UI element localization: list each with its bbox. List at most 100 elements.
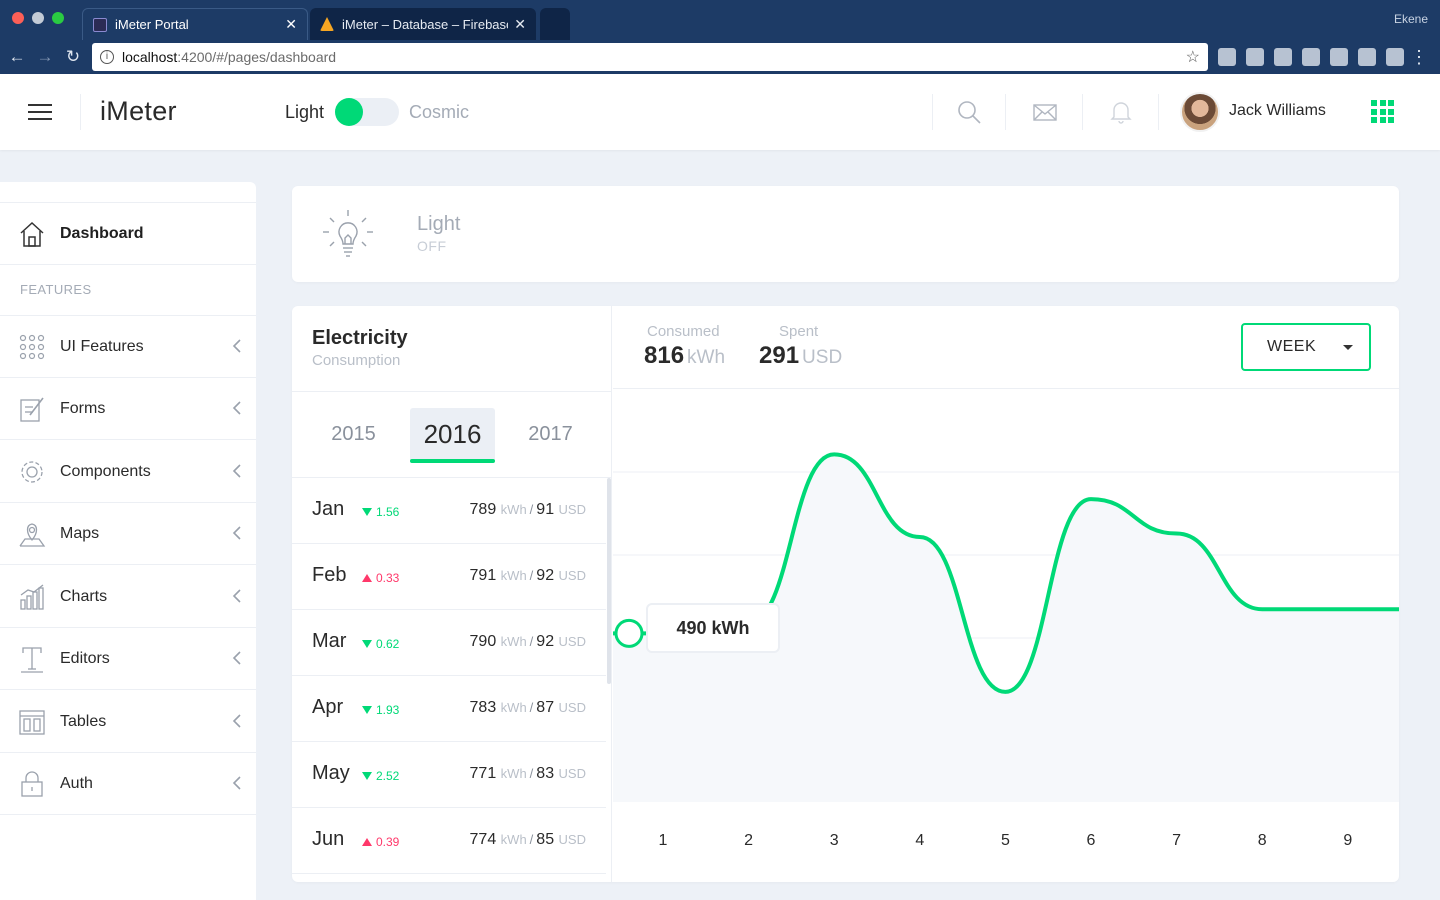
sidebar-item-maps[interactable]: Maps — [0, 503, 256, 565]
sidebar: Dashboard FEATURES UI Features Forms Com… — [0, 182, 256, 900]
forward-arrow-icon[interactable]: → — [34, 46, 56, 68]
sidebar-item-label: Maps — [60, 524, 100, 542]
search-icon[interactable] — [955, 98, 983, 126]
sidebar-item-label: Editors — [60, 649, 110, 667]
divider — [1082, 94, 1083, 130]
separator: / — [529, 568, 534, 583]
separator: / — [529, 700, 534, 715]
hamburger-menu-icon[interactable] — [28, 104, 52, 120]
month-list-scrollbar[interactable] — [607, 478, 611, 684]
chevron-left-icon — [232, 401, 241, 415]
caret-down-icon — [1343, 345, 1353, 350]
bookmark-star-icon[interactable]: ☆ — [1186, 47, 1200, 67]
month-delta-value: 0.39 — [376, 835, 400, 849]
sidebar-item-editors[interactable]: Editors — [0, 628, 256, 690]
brand-logo[interactable]: iMeter — [100, 96, 177, 127]
month-row[interactable]: Jan 1.56 789 kWh/91 USD — [292, 478, 606, 544]
unit-usd: USD — [558, 568, 586, 583]
consumed-number: 816 — [644, 342, 685, 369]
sidebar-item-label: Components — [60, 462, 151, 480]
sidebar-item-dashboard[interactable]: Dashboard — [0, 203, 256, 265]
url-host: localhost — [122, 49, 178, 65]
month-row[interactable]: May 2.52 771 kWh/83 USD — [292, 742, 606, 808]
unit-kwh: kWh — [500, 766, 527, 781]
triangle-down-icon — [362, 706, 372, 714]
sidebar-item-tables[interactable]: Tables — [0, 691, 256, 753]
extension-icon[interactable] — [1218, 48, 1236, 66]
chart-x-tick-label: 7 — [1172, 832, 1182, 849]
gear-icon — [21, 460, 43, 483]
electricity-subtitle: Consumption — [312, 352, 401, 369]
bell-icon[interactable] — [1107, 98, 1135, 126]
home-icon — [20, 221, 44, 247]
month-usd: 87 — [536, 699, 555, 716]
browser-profile-name[interactable]: Ekene — [1394, 12, 1428, 26]
sidebar-item-forms[interactable]: Forms — [0, 378, 256, 440]
browser-menu-icon[interactable]: ⋮ — [1410, 46, 1428, 68]
tab-year-2017[interactable]: 2017 — [508, 408, 593, 462]
triangle-up-icon — [362, 838, 372, 846]
consumption-chart[interactable] — [613, 389, 1399, 802]
chart-x-tick-label: 4 — [915, 832, 925, 849]
info-icon[interactable]: i — [100, 50, 114, 64]
month-kwh: 789 — [469, 501, 497, 518]
tab-year-2016[interactable]: 2016 — [410, 408, 495, 463]
user-name[interactable]: Jack Williams — [1229, 102, 1326, 120]
extension-icon[interactable] — [1330, 48, 1348, 66]
separator: / — [529, 832, 534, 847]
extension-icon[interactable] — [1358, 48, 1376, 66]
electricity-card: Electricity Consumption 2015 2016 2017 J… — [292, 306, 1399, 882]
chart-highlight-point[interactable] — [614, 618, 644, 648]
extension-icon[interactable] — [1246, 48, 1264, 66]
close-icon[interactable]: ✕ — [285, 16, 297, 33]
unit-kwh: kWh — [500, 568, 527, 583]
address-bar[interactable]: i localhost:4200/#/pages/dashboard ☆ — [92, 43, 1208, 71]
tab-year-2015[interactable]: 2015 — [311, 408, 396, 462]
sidebar-item-label: UI Features — [60, 337, 144, 355]
extension-icon[interactable] — [1302, 48, 1320, 66]
light-status-card[interactable]: Light OFF — [292, 186, 1399, 282]
browser-tab-firebase[interactable]: iMeter – Database – Firebase c ✕ — [310, 8, 536, 40]
close-icon[interactable]: ✕ — [514, 16, 526, 33]
consumed-value: 816 kWh — [644, 342, 725, 370]
mail-icon[interactable] — [1031, 98, 1059, 126]
sidebar-item-charts[interactable]: Charts — [0, 566, 256, 628]
divider — [80, 94, 81, 130]
month-row[interactable]: Apr 1.93 783 kWh/87 USD — [292, 676, 606, 742]
tab-title: iMeter – Database – Firebase c — [342, 16, 509, 32]
month-name: Mar — [312, 630, 347, 652]
extension-icon[interactable] — [1274, 48, 1292, 66]
window-minimize-button[interactable] — [32, 12, 44, 24]
theme-cosmic-label: Cosmic — [409, 102, 470, 122]
apps-grid-icon[interactable] — [1371, 100, 1394, 123]
month-name: May — [312, 762, 350, 784]
text-icon — [21, 646, 43, 673]
month-row[interactable]: Mar 0.62 790 kWh/92 USD — [292, 610, 606, 676]
extension-icon[interactable] — [1386, 48, 1404, 66]
month-delta-value: 2.52 — [376, 769, 400, 783]
avatar[interactable] — [1180, 92, 1220, 132]
light-status: OFF — [417, 238, 447, 254]
chart-tooltip: 490 kWh — [646, 603, 780, 653]
month-row[interactable]: Jun 0.39 774 kWh/85 USD — [292, 808, 606, 874]
back-arrow-icon[interactable]: ← — [6, 46, 28, 68]
window-zoom-button[interactable] — [52, 12, 64, 24]
window-close-button[interactable] — [12, 12, 24, 24]
new-tab-button[interactable] — [540, 8, 570, 40]
theme-toggle[interactable] — [335, 98, 399, 126]
month-usd: 85 — [536, 831, 555, 848]
sidebar-item-auth[interactable]: Auth — [0, 753, 256, 815]
month-name: Jun — [312, 828, 345, 850]
period-select[interactable]: WEEK — [1241, 323, 1371, 371]
browser-tab-imeter-portal[interactable]: iMeter Portal ✕ — [82, 8, 308, 40]
chart-x-axis: 1 2 3 4 5 6 7 8 9 — [613, 802, 1399, 882]
spent-label: Spent — [779, 323, 819, 340]
month-row[interactable]: Feb 0.33 791 kWh/92 USD — [292, 544, 606, 610]
chevron-left-icon — [232, 651, 241, 665]
month-values: 791 kWh/92 USD — [470, 567, 586, 585]
sidebar-item-ui-features[interactable]: UI Features — [0, 316, 256, 378]
month-delta: 2.52 — [362, 769, 399, 783]
divider — [1005, 94, 1006, 130]
sidebar-item-components[interactable]: Components — [0, 441, 256, 503]
reload-icon[interactable]: ↻ — [62, 46, 84, 68]
